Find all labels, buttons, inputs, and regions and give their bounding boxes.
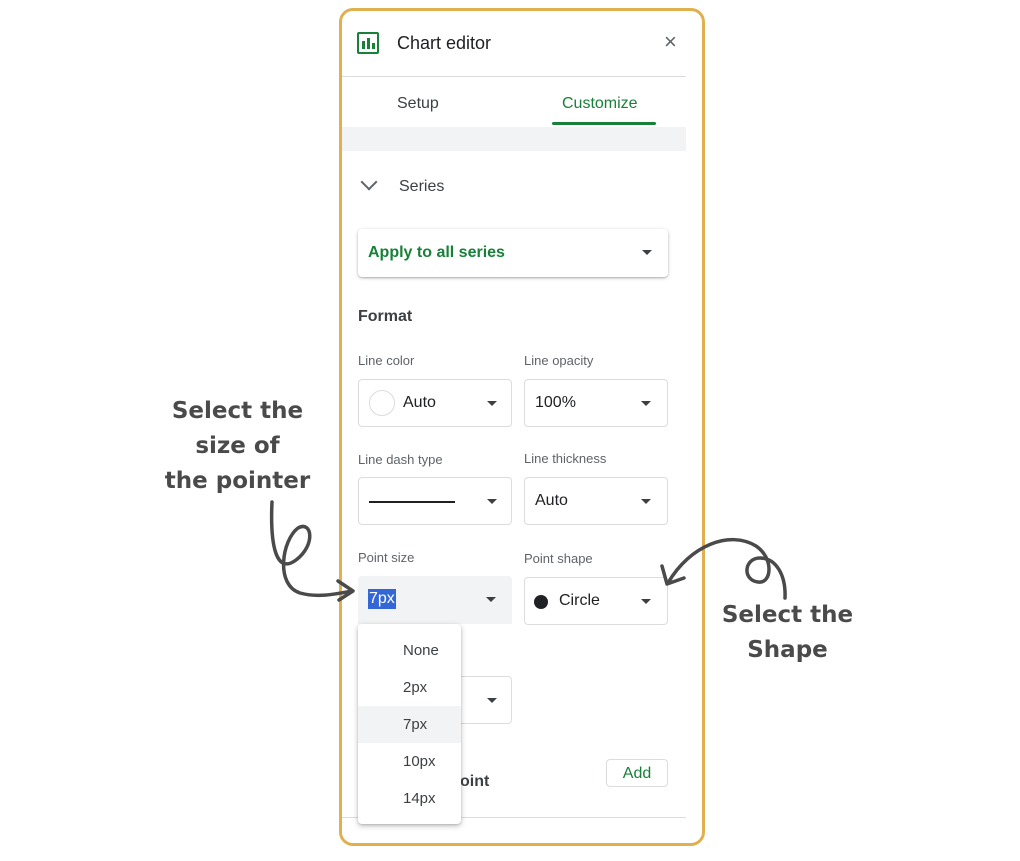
dropdown-arrow-icon [641, 499, 651, 504]
close-icon[interactable]: × [664, 31, 677, 53]
menu-item-10px[interactable]: 10px [358, 743, 461, 780]
line-opacity-select[interactable]: 100% [524, 379, 668, 427]
dropdown-arrow-icon [487, 401, 497, 406]
format-heading: Format [358, 308, 413, 325]
add-button-label: Add [622, 765, 652, 782]
menu-item-none[interactable]: None [358, 632, 461, 669]
menu-item-14px[interactable]: 14px [358, 780, 461, 817]
tab-setup[interactable]: Setup [397, 95, 439, 113]
solid-line-icon [369, 501, 455, 503]
chart-editor-panel: Chart editor × Setup Customize Series Ap… [342, 11, 686, 843]
dropdown-arrow-icon [641, 401, 651, 406]
editor-tabs: Setup Customize [342, 77, 686, 127]
line-thickness-select[interactable]: Auto [524, 477, 668, 525]
point-size-menu: None 2px 7px 10px 14px [358, 624, 461, 824]
line-opacity-value: 100% [535, 394, 576, 411]
line-dash-type-select[interactable] [358, 477, 512, 525]
chart-icon [357, 32, 379, 54]
dropdown-arrow-icon [641, 599, 651, 604]
menu-item-7px[interactable]: 7px [358, 706, 461, 743]
section-divider [342, 127, 686, 151]
point-size-select[interactable]: 7px [358, 576, 512, 624]
tab-customize[interactable]: Customize [562, 95, 638, 113]
add-data-point-button[interactable]: Add [606, 759, 668, 787]
color-swatch-icon [369, 390, 395, 416]
series-section-toggle[interactable]: Series [357, 173, 557, 200]
annotation-point-shape: Select the Shape [721, 602, 854, 663]
point-size-label: Point size [358, 550, 415, 565]
annotation-point-size: Select the size of the pointer [164, 398, 311, 494]
point-shape-label: Point shape [524, 551, 593, 566]
menu-item-2px[interactable]: 2px [358, 669, 461, 706]
point-shape-value: Circle [559, 592, 600, 609]
point-size-value[interactable]: 7px [368, 589, 396, 609]
dropdown-arrow-icon [642, 250, 652, 255]
line-dash-type-label: Line dash type [358, 452, 443, 467]
chart-editor-frame: Chart editor × Setup Customize Series Ap… [339, 8, 705, 846]
line-color-select[interactable]: Auto [358, 379, 512, 427]
dropdown-arrow-icon [486, 597, 496, 602]
active-tab-indicator [552, 122, 656, 125]
line-thickness-label: Line thickness [524, 451, 607, 466]
line-color-value: Auto [403, 394, 436, 411]
line-opacity-label: Line opacity [524, 353, 594, 368]
dropdown-arrow-icon [487, 698, 497, 703]
series-select-value: Apply to all series [368, 244, 505, 261]
line-thickness-value: Auto [535, 492, 568, 509]
circle-icon [534, 595, 548, 609]
chevron-down-icon [360, 173, 378, 191]
series-select-dropdown[interactable]: Apply to all series [358, 229, 668, 277]
editor-header: Chart editor × [342, 11, 686, 77]
data-point-label: oint [460, 773, 490, 790]
editor-title: Chart editor [397, 33, 492, 53]
dropdown-arrow-icon [487, 499, 497, 504]
series-section-label: Series [399, 178, 445, 195]
line-color-label: Line color [358, 353, 415, 368]
point-shape-select[interactable]: Circle [524, 577, 668, 625]
